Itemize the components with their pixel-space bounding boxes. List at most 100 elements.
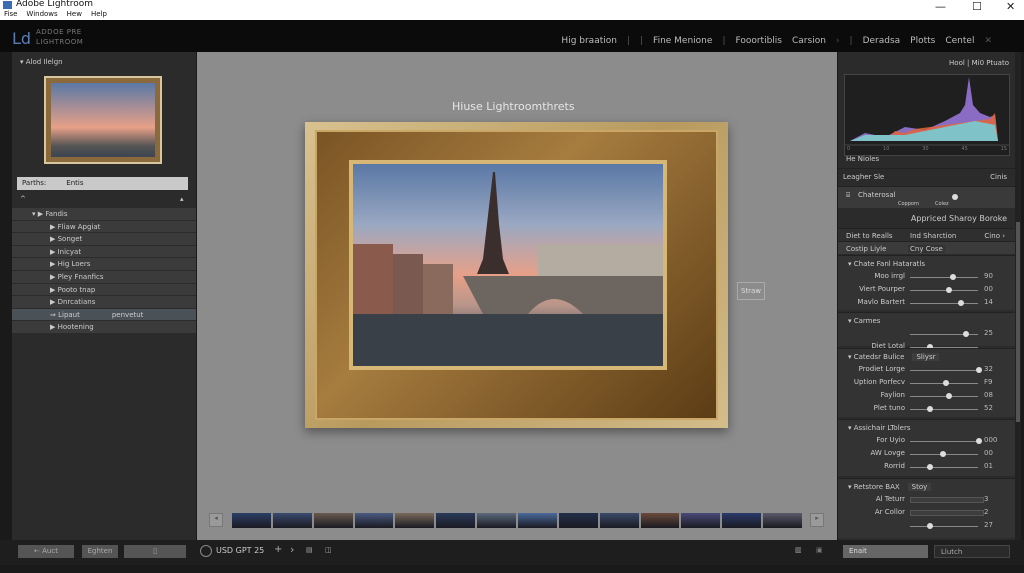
back-button[interactable]: ⇠ Auct [18,545,74,558]
section-header[interactable]: ▾ Retstore BAX Stoy [848,483,932,491]
navigator-thumbnail[interactable] [44,76,162,164]
tab-1[interactable]: Diet to Realls [846,232,893,240]
filmstrip-thumbnail[interactable] [272,513,312,528]
loupe-icon[interactable]: ▣ [816,546,823,554]
grid-icon[interactable]: ▥ [795,546,802,554]
list-item[interactable]: ▶ Songet [12,233,196,246]
list-item[interactable]: ▶ Dnrcatians [12,296,196,309]
list-item[interactable]: ▶ Inicyat [12,245,196,259]
slider-track[interactable] [910,441,978,442]
slider-track[interactable] [910,409,978,410]
close-icon[interactable]: ✕ [984,36,992,46]
filmstrip-next-button[interactable]: ▸ [810,513,824,527]
third-button[interactable]: ▯ [124,545,186,558]
slider-knob[interactable] [939,451,946,457]
next-button[interactable]: › [290,543,294,556]
slider-knob[interactable] [926,523,933,529]
slider-knob[interactable] [957,300,964,306]
menu-help[interactable]: Help [91,10,107,18]
survey-icon[interactable]: ◫ [325,546,332,554]
slider-track[interactable] [910,497,984,503]
menu-windows[interactable]: Windows [26,10,57,18]
filmstrip-prev-button[interactable]: ◂ [209,513,223,527]
slider-value[interactable]: 32 [984,365,993,373]
filmstrip-thumbnail[interactable] [640,513,680,528]
module-1[interactable]: Hig braation [561,36,617,46]
slider-track[interactable] [910,526,978,527]
reset-button[interactable]: Llutch [934,545,1010,558]
zoom-icon[interactable] [200,545,212,557]
slider-track[interactable] [910,396,978,397]
slider-value[interactable]: 25 [984,329,993,337]
add-icon[interactable]: ▴ [180,195,184,203]
tab2-1[interactable]: Costip Liyle [846,245,886,253]
slider-value[interactable]: 000 [984,436,997,444]
filmstrip-thumbnail[interactable] [436,513,476,528]
list-item-selected[interactable]: ⇒ Lipaut penvetut [12,308,196,322]
slider-value[interactable]: 3 [984,495,988,503]
slider-knob[interactable] [926,406,933,412]
tree-root[interactable]: ▾ ▶ Fandis [12,208,196,221]
show-button[interactable]: Straw [737,282,765,300]
filmstrip-thumbnail[interactable] [558,513,598,528]
close-button[interactable]: ✕ [1006,0,1015,13]
section-header[interactable]: ▾ Carmes [848,317,880,325]
module-7[interactable]: Centel [945,36,974,46]
slider-value[interactable]: 52 [984,404,993,412]
tab-3[interactable]: Cino › [984,232,1005,240]
filmstrip-thumbnail[interactable] [681,513,721,528]
filmstrip-thumbnail[interactable] [354,513,394,528]
slider-value[interactable]: 00 [984,285,993,293]
slider-knob[interactable] [926,464,933,470]
path-field[interactable]: Parths: Entis [17,177,188,190]
filmstrip-thumbnail[interactable] [313,513,353,528]
list-item[interactable]: ▶ Hootening [12,321,196,334]
filmstrip-thumbnail[interactable] [722,513,762,528]
module-5[interactable]: Deradsa [863,36,901,46]
section-header[interactable]: ▾ Catedsr Bulice Sliysr [848,353,940,361]
preset-header-right[interactable]: Cinis [990,173,1007,181]
slider-track[interactable] [910,467,978,468]
module-3[interactable]: Fooortiblis [735,36,782,46]
list-item[interactable]: ▶ Pley Fnanfics [12,270,196,284]
slider-value[interactable]: 00 [984,449,993,457]
add-button[interactable]: + [274,544,282,555]
maximize-button[interactable]: ☐ [972,0,982,13]
tab-2[interactable]: Ind Sharction [910,232,956,240]
slider-value[interactable]: 27 [984,521,993,529]
section-tag[interactable]: Sliysr [912,353,940,361]
menu-file[interactable]: Fise [4,10,17,18]
slider-track[interactable] [910,510,984,516]
slider-knob[interactable] [976,438,982,444]
preset-header[interactable]: Leagher Sle [843,173,884,181]
slider-track[interactable] [910,277,978,278]
framed-photo[interactable] [305,122,728,428]
slider-track[interactable] [910,303,978,304]
filmstrip-thumbnail[interactable] [763,513,803,528]
navigator-header[interactable]: ▾ Alod Ilelgn [20,58,63,66]
section-header[interactable]: ▾ Chate Fanl Hataratls [848,260,925,268]
slider-value[interactable]: 90 [984,272,993,280]
list-item[interactable]: ▶ Pooto tnap [12,283,196,297]
slider-knob[interactable] [949,274,956,280]
slider-track[interactable] [910,370,978,371]
slider-knob[interactable] [946,287,953,293]
menu-view[interactable]: Hew [67,10,82,18]
second-button[interactable]: Eghten [82,545,118,558]
preset-row[interactable]: ⌸ Chaterosal Copporn Colez [838,186,1015,208]
slider-knob[interactable] [943,380,949,386]
section-tag[interactable]: Stoy [907,483,932,491]
slider-knob[interactable] [962,331,969,337]
collapse-icon[interactable]: ^ [20,195,26,203]
slider-knob[interactable] [976,367,982,373]
slider-value[interactable]: F9 [984,378,992,386]
slider-value[interactable]: 2 [984,508,988,516]
module-6[interactable]: Plotts [910,36,935,46]
filmstrip-thumbnail[interactable] [477,513,517,528]
slider-value[interactable]: 08 [984,391,993,399]
minimize-button[interactable]: — [935,0,946,13]
preset-slider-knob[interactable] [952,194,958,200]
section-header[interactable]: ▾ Assichair LTolers [848,424,910,432]
tab2-2[interactable]: Cny Cose [908,245,945,253]
filmstrip-thumbnail[interactable] [599,513,639,528]
